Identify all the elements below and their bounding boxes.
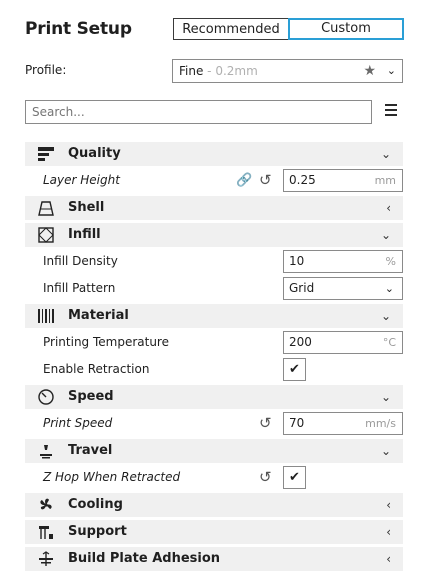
enable-retraction-checkbox[interactable]: ✔ — [283, 358, 306, 381]
chevron-left-icon: ‹ — [386, 520, 391, 544]
chevron-down-icon: ⌄ — [381, 223, 391, 247]
setting-infill-density: Infill Density 10% — [25, 248, 403, 275]
category-support[interactable]: Support ‹ — [25, 520, 403, 544]
print-speed-input[interactable]: 70mm/s — [283, 412, 403, 435]
speed-gauge-icon — [37, 389, 55, 405]
setting-label: Z Hop When Retracted — [43, 464, 180, 491]
profile-layer-height: - 0.2mm — [203, 64, 257, 78]
page-title: Print Setup — [25, 19, 132, 39]
profile-value: Fine — [179, 64, 203, 78]
category-infill[interactable]: Infill ⌄ — [25, 223, 403, 247]
layer-height-input[interactable]: 0.25mm — [283, 169, 403, 192]
category-label: Quality — [68, 142, 121, 166]
reset-icon[interactable]: ↺ — [259, 464, 272, 491]
profile-dropdown[interactable]: Fine - 0.2mm ★ ⌄ — [172, 59, 403, 83]
setting-label: Print Speed — [43, 410, 112, 437]
chevron-left-icon: ‹ — [386, 196, 391, 220]
setting-label: Infill Density — [43, 248, 118, 275]
chevron-down-icon: ⌄ — [381, 304, 391, 328]
category-material[interactable]: Material ⌄ — [25, 304, 403, 328]
category-quality[interactable]: Quality ⌄ — [25, 142, 403, 166]
shell-icon — [37, 200, 55, 216]
reset-icon[interactable]: ↺ — [259, 167, 272, 194]
z-hop-checkbox[interactable]: ✔ — [283, 466, 306, 489]
category-travel[interactable]: Travel ⌄ — [25, 439, 403, 463]
setting-print-speed: Print Speed ↺ 70mm/s — [25, 410, 403, 437]
support-icon — [37, 524, 55, 540]
chevron-down-icon: ⌄ — [381, 439, 391, 463]
cooling-fan-icon — [37, 497, 55, 513]
setting-infill-pattern: Infill Pattern Grid⌄ — [25, 275, 403, 302]
category-label: Travel — [68, 439, 112, 463]
chevron-down-icon: ⌄ — [387, 60, 396, 82]
setting-printing-temperature: Printing Temperature 200°C — [25, 329, 403, 356]
hamburger-menu-icon[interactable] — [385, 104, 397, 118]
setting-label: Enable Retraction — [43, 356, 149, 383]
setting-enable-retraction: Enable Retraction ✔ — [25, 356, 403, 383]
category-cooling[interactable]: Cooling ‹ — [25, 493, 403, 517]
chevron-down-icon: ⌄ — [385, 278, 394, 299]
category-label: Build Plate Adhesion — [68, 547, 220, 571]
quality-bars-icon — [37, 146, 55, 162]
infill-icon — [37, 227, 55, 243]
category-label: Shell — [68, 196, 104, 220]
star-icon[interactable]: ★ — [363, 60, 376, 82]
profile-label: Profile: — [25, 63, 66, 77]
category-label: Support — [68, 520, 127, 544]
travel-icon — [37, 443, 55, 459]
setting-z-hop: Z Hop When Retracted ↺ ✔ — [25, 464, 403, 491]
adhesion-icon — [37, 551, 55, 567]
custom-mode-button[interactable]: Custom — [288, 18, 404, 40]
recommended-mode-button[interactable]: Recommended — [173, 18, 289, 40]
chevron-down-icon: ⌄ — [381, 142, 391, 166]
category-shell[interactable]: Shell ‹ — [25, 196, 403, 220]
material-spool-icon — [37, 308, 55, 324]
infill-density-input[interactable]: 10% — [283, 250, 403, 273]
category-speed[interactable]: Speed ⌄ — [25, 385, 403, 409]
infill-pattern-select[interactable]: Grid⌄ — [283, 277, 403, 300]
category-label: Material — [68, 304, 129, 328]
setting-label: Layer Height — [43, 167, 120, 194]
chevron-left-icon: ‹ — [386, 547, 391, 571]
category-label: Speed — [68, 385, 114, 409]
setting-label: Printing Temperature — [43, 329, 169, 356]
category-label: Cooling — [68, 493, 123, 517]
search-input[interactable] — [25, 100, 372, 124]
chevron-left-icon: ‹ — [386, 493, 391, 517]
printing-temperature-input[interactable]: 200°C — [283, 331, 403, 354]
chevron-down-icon: ⌄ — [381, 385, 391, 409]
link-icon[interactable]: 🔗 — [236, 167, 252, 194]
category-build-plate-adhesion[interactable]: Build Plate Adhesion ‹ — [25, 547, 403, 571]
setting-label: Infill Pattern — [43, 275, 115, 302]
setting-layer-height: Layer Height 🔗 ↺ 0.25mm — [25, 167, 403, 194]
reset-icon[interactable]: ↺ — [259, 410, 272, 437]
category-label: Infill — [68, 223, 101, 247]
